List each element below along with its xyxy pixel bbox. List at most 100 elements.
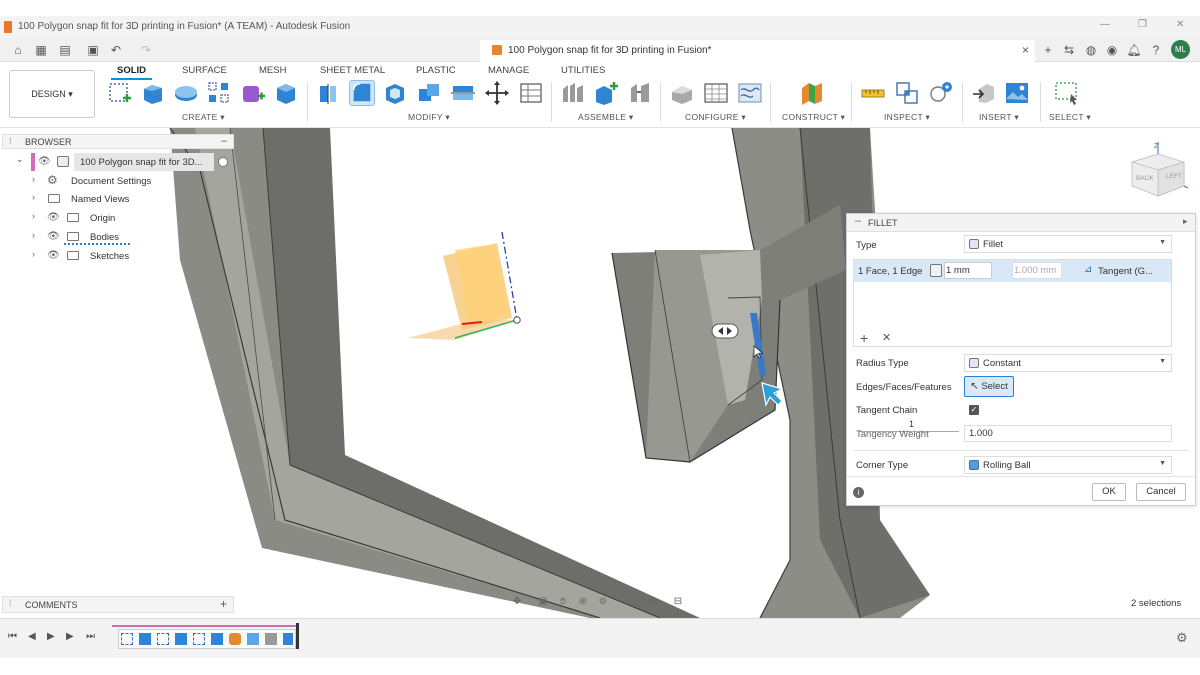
box-icon[interactable]	[273, 80, 299, 106]
close-window-icon[interactable]: ✕	[1176, 19, 1184, 30]
timeline-sketch-icon[interactable]	[193, 633, 205, 645]
type-dropdown[interactable]: Fillet ▼	[964, 235, 1172, 253]
tab-mesh[interactable]: MESH	[259, 65, 286, 76]
job-status-icon[interactable]: ⇆	[1061, 42, 1077, 58]
move-copy-icon[interactable]	[484, 80, 510, 106]
timeline-fillet-icon[interactable]	[229, 633, 241, 645]
display-settings-icon[interactable]: ▭	[624, 596, 638, 610]
chevron-right-icon[interactable]: ›	[32, 230, 35, 240]
joint-icon[interactable]	[593, 80, 619, 106]
browser-item-bodies[interactable]: › 👁︎ Bodies	[0, 228, 236, 246]
offset-plane-icon[interactable]	[799, 80, 825, 106]
online-status-icon[interactable]: ◉	[1104, 42, 1120, 58]
go-to-end-icon[interactable]: ⏭	[86, 631, 95, 642]
insert-image-icon[interactable]	[1004, 80, 1030, 106]
comments-panel[interactable]: ⁞ COMMENTS +	[2, 596, 234, 613]
select-edges-button[interactable]: ↖ Select	[964, 376, 1014, 397]
radius-secondary-input[interactable]: 1.000 mm	[1012, 262, 1062, 279]
go-to-start-icon[interactable]: ⏮	[8, 631, 17, 642]
home-icon[interactable]: ⌂	[10, 42, 26, 58]
maximize-icon[interactable]: ❐	[1138, 19, 1147, 30]
workspace-switcher[interactable]: DESIGN ▾	[9, 70, 95, 118]
file-menu-icon[interactable]: ▤	[57, 42, 73, 58]
group-inspect[interactable]: INSPECT ▾	[884, 112, 930, 123]
viewports-icon[interactable]: ⊟	[671, 596, 685, 610]
tangent-chain-checkbox[interactable]: ✓	[969, 405, 979, 415]
timeline-extrude-icon[interactable]	[139, 633, 151, 645]
configuration-rules-icon[interactable]	[737, 80, 763, 106]
visibility-eye-icon[interactable]: 👁︎	[47, 212, 60, 223]
redo-icon[interactable]: ↷	[138, 42, 154, 58]
pattern-icon[interactable]	[206, 80, 232, 106]
visibility-eye-icon[interactable]: 👁︎	[47, 250, 60, 261]
continuity-value[interactable]: Tangent (G...	[1098, 266, 1153, 277]
browser-header[interactable]: ⁞ BROWSER –	[2, 134, 234, 149]
grid-apps-icon[interactable]: ▦	[33, 42, 49, 58]
create-form-icon[interactable]	[240, 80, 266, 106]
timeline-playhead[interactable]	[296, 623, 299, 649]
revolve-icon[interactable]	[173, 80, 199, 106]
remove-selection-icon[interactable]: ✕	[882, 331, 891, 344]
visibility-eye-icon[interactable]: 👁︎	[38, 156, 51, 167]
cancel-button[interactable]: Cancel	[1136, 483, 1186, 501]
tab-plastic[interactable]: PLASTIC	[416, 65, 456, 76]
timeline-shell-icon[interactable]	[247, 633, 259, 645]
help-icon[interactable]: ?	[1148, 42, 1164, 58]
timeline-extrude-icon[interactable]	[175, 633, 187, 645]
grid-settings-icon[interactable]: ⊞	[646, 596, 660, 610]
minimize-icon[interactable]: —	[1100, 19, 1110, 30]
chevron-right-icon[interactable]: ›	[32, 249, 35, 259]
chevron-right-icon[interactable]: ›	[32, 192, 35, 202]
configure-icon[interactable]	[669, 80, 695, 106]
document-tab[interactable]: 100 Polygon snap fit for 3D printing in …	[480, 40, 1035, 62]
tab-solid[interactable]: SOLID	[110, 65, 153, 80]
view-cube[interactable]: BACK LEFT Z	[1124, 140, 1192, 202]
play-icon[interactable]: ▶	[47, 631, 55, 642]
gear-icon[interactable]: ⚙	[1176, 630, 1188, 646]
interference-icon[interactable]	[894, 80, 920, 106]
group-configure[interactable]: CONFIGURE ▾	[685, 112, 746, 123]
chevron-right-icon[interactable]: ›	[32, 174, 35, 184]
combine-icon[interactable]	[416, 80, 442, 106]
section-analysis-icon[interactable]	[928, 80, 954, 106]
collapse-icon[interactable]: –	[221, 135, 227, 147]
timeline-chamfer-icon[interactable]	[265, 633, 277, 645]
new-tab-icon[interactable]: +	[1040, 42, 1056, 58]
tangency-weight-input[interactable]: 1.000	[964, 425, 1172, 442]
visibility-eye-icon[interactable]: 👁︎	[47, 231, 60, 242]
browser-item-document-settings[interactable]: › ⚙ Document Settings	[0, 172, 236, 190]
timeline-sketch-icon[interactable]	[157, 633, 169, 645]
avatar[interactable]: ML	[1171, 40, 1190, 59]
radius-type-dropdown[interactable]: Constant ▼	[964, 354, 1172, 372]
new-component-icon[interactable]	[560, 80, 586, 106]
extrude-icon[interactable]	[140, 80, 166, 106]
chevron-right-icon[interactable]: ›	[32, 211, 35, 221]
expand-panel-icon[interactable]: ▸	[1183, 216, 1188, 227]
activate-radio-icon[interactable]	[218, 157, 228, 167]
browser-root-row[interactable]: ⌄ 👁︎ 100 Polygon snap fit for 3D...	[0, 153, 236, 171]
shell-icon[interactable]	[382, 80, 408, 106]
create-sketch-icon[interactable]	[107, 80, 133, 106]
split-body-icon[interactable]	[450, 80, 476, 106]
timeline-extrude-icon[interactable]	[211, 633, 223, 645]
info-icon[interactable]: i	[853, 487, 864, 498]
browser-item-named-views[interactable]: › Named Views	[0, 190, 236, 208]
group-modify[interactable]: MODIFY ▾	[408, 112, 450, 123]
corner-type-dropdown[interactable]: Rolling Ball ▼	[964, 456, 1172, 474]
undo-icon[interactable]: ↶	[108, 42, 124, 58]
look-at-icon[interactable]: ▣	[536, 596, 550, 610]
timeline-track[interactable]	[118, 629, 296, 649]
timeline-sketch-icon[interactable]	[121, 633, 133, 645]
step-forward-icon[interactable]: ▶	[66, 631, 74, 642]
press-pull-icon[interactable]	[316, 80, 342, 106]
add-comment-icon[interactable]: +	[220, 597, 227, 611]
select-window-icon[interactable]	[1054, 80, 1080, 106]
group-assemble[interactable]: ASSEMBLE ▾	[578, 112, 633, 123]
change-parameters-icon[interactable]	[518, 80, 544, 106]
fit-icon[interactable]: ⊚	[596, 596, 610, 610]
pan-icon[interactable]: ✋︎	[556, 596, 570, 610]
fillet-manipulator-handle[interactable]	[711, 323, 739, 339]
timeline-feature-icon[interactable]	[283, 633, 293, 645]
zoom-icon[interactable]: ⊕	[576, 596, 590, 610]
fillet-header[interactable]: – FILLET ▸	[847, 214, 1195, 232]
